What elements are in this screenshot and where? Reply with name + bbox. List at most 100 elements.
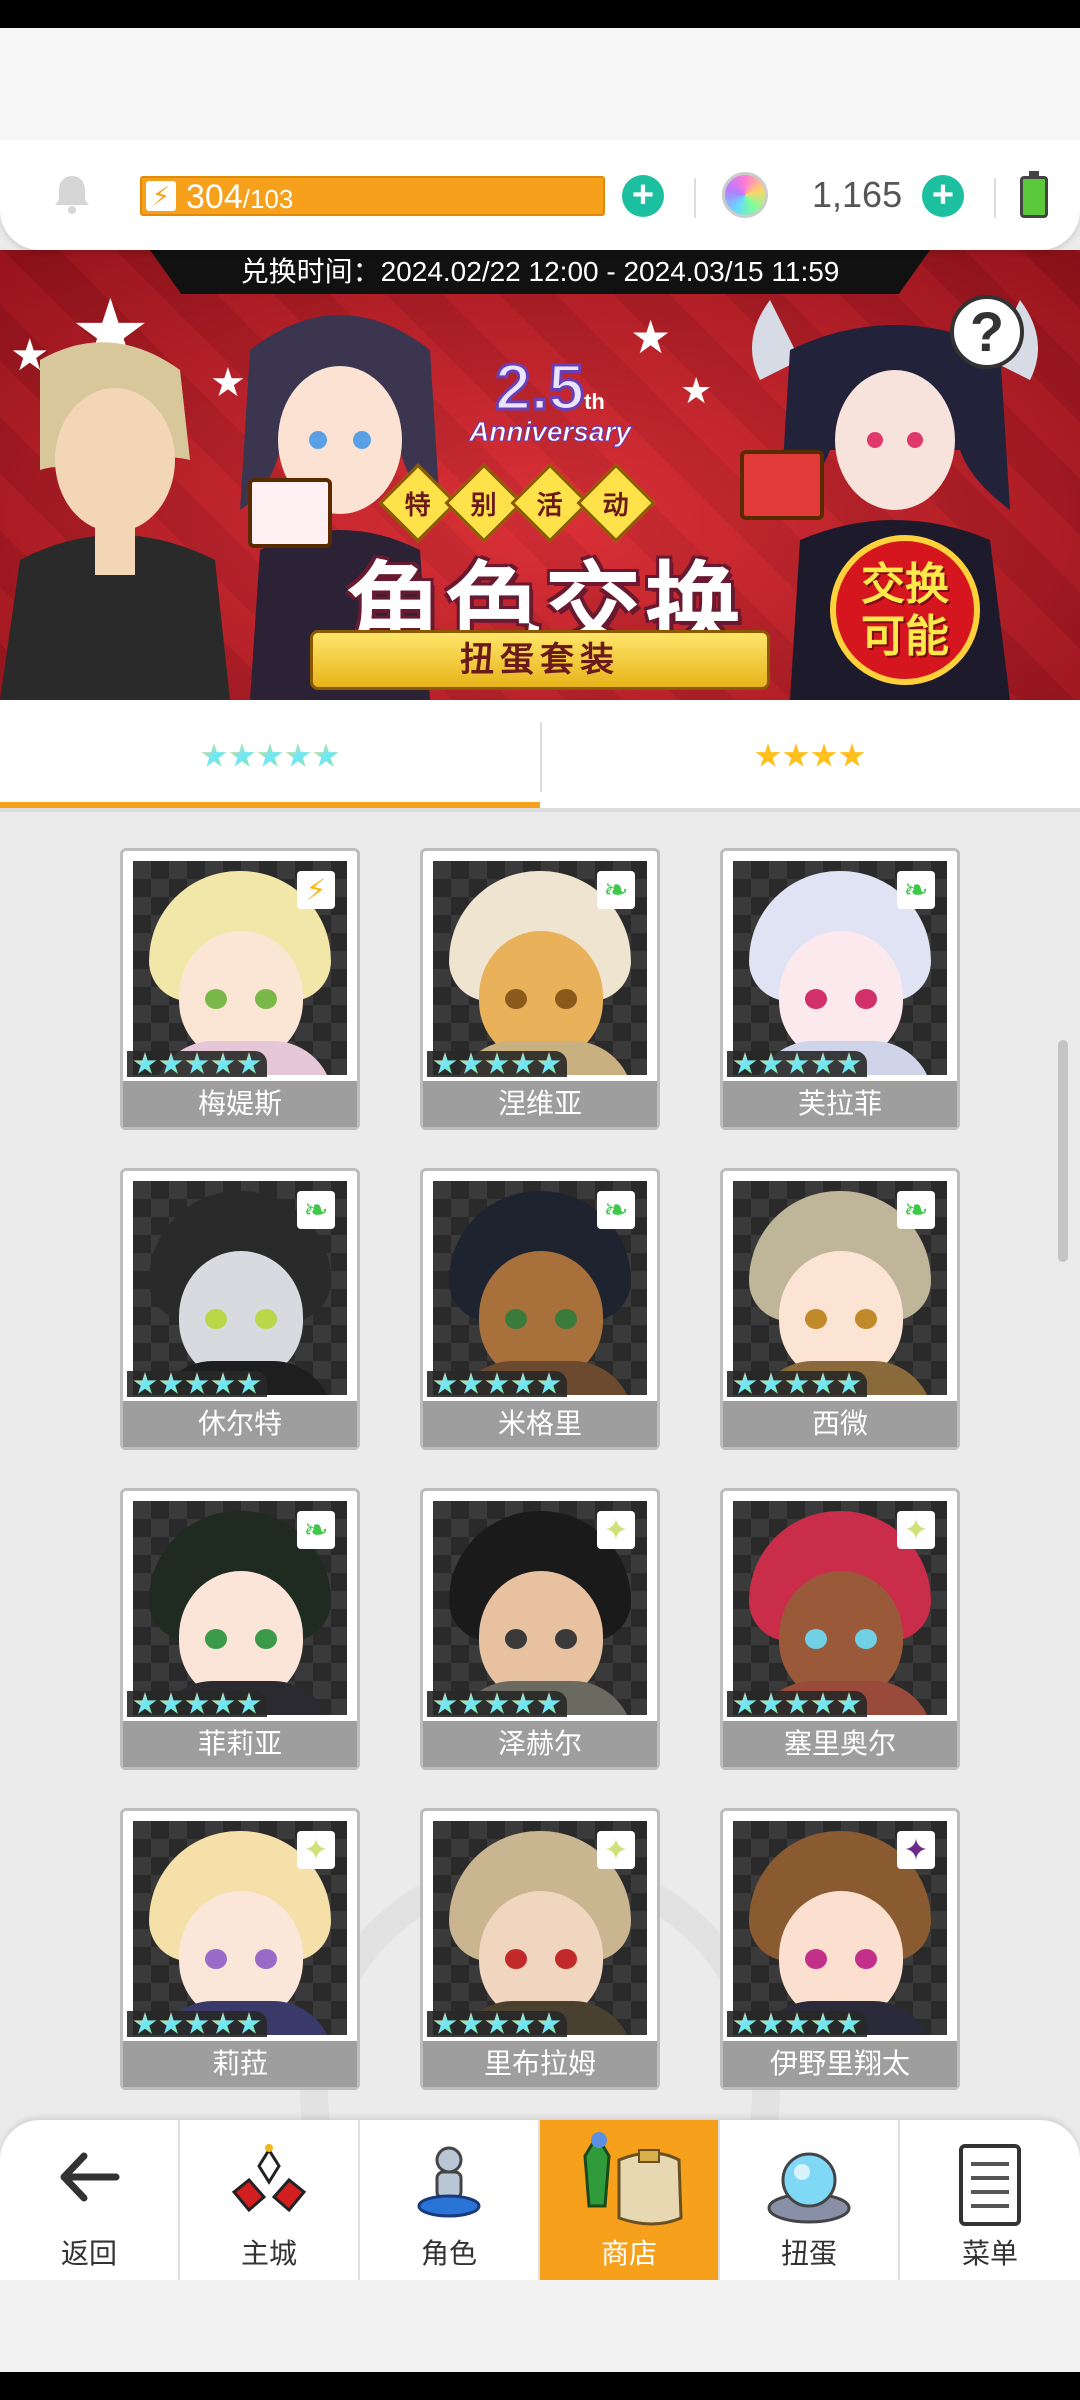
portrait-eye: [855, 989, 877, 1009]
star-icon: [285, 743, 311, 767]
anniversary-word: Anniversary: [469, 416, 632, 448]
character-name: 米格里: [423, 1401, 657, 1447]
star-icon: [837, 1372, 861, 1394]
add-stamina-button[interactable]: +: [622, 175, 664, 217]
portrait-eye: [805, 1309, 827, 1329]
resource-header: ⚡ 304/103 + 1,165 +: [0, 140, 1080, 250]
nav-characters[interactable]: 角色: [360, 2120, 540, 2280]
star-icon: [733, 1692, 757, 1714]
star-icon: [785, 1052, 809, 1074]
wind-attribute-icon: ❧: [897, 871, 935, 909]
character-card[interactable]: ✦ 伊野里翔太: [720, 1808, 960, 2090]
nav-gacha[interactable]: 扭蛋: [720, 2120, 900, 2280]
star-icon: [755, 743, 781, 767]
star-icon: [237, 1692, 261, 1714]
help-button[interactable]: ?: [950, 295, 1024, 369]
character-card[interactable]: ✦ 里布拉姆: [420, 1808, 660, 2090]
star-icon: [237, 1052, 261, 1074]
nav-menu[interactable]: 菜单: [900, 2120, 1080, 2280]
status-bar: [0, 0, 1080, 28]
character-card[interactable]: ❧ 菲莉亚: [120, 1488, 360, 1770]
character-card[interactable]: ❧ 芙拉菲: [720, 848, 960, 1130]
wind-attribute-icon: ❧: [597, 871, 635, 909]
star-icon: [733, 2012, 757, 2034]
star-icon: [185, 1052, 209, 1074]
character-portrait: ✦: [133, 1821, 347, 2035]
portrait-eye: [505, 1309, 527, 1329]
star-icon: [433, 1372, 457, 1394]
rarity-stars: [427, 1371, 567, 1397]
star-icon: [433, 2012, 457, 2034]
character-name: 休尔特: [123, 1401, 357, 1447]
badge-line-2: 可能: [861, 612, 949, 661]
five-star-rating: [201, 743, 339, 769]
wind-attribute-icon: ❧: [897, 1191, 935, 1229]
character-card[interactable]: ⚡ 梅媞斯: [120, 848, 360, 1130]
rarity-stars: [727, 1371, 867, 1397]
star-icon: [485, 1052, 509, 1074]
event-banner[interactable]: 兑换时间：2024.02/22 12:00 - 2024.03/15 11:59…: [0, 250, 1080, 700]
scrollbar[interactable]: [1058, 1040, 1068, 1262]
rarity-stars: [127, 2011, 267, 2037]
star-icon: [837, 1692, 861, 1714]
star-icon: [459, 1052, 483, 1074]
tab-5-star[interactable]: [0, 700, 540, 812]
character-art-left: [0, 342, 230, 700]
add-gems-button[interactable]: +: [922, 175, 964, 217]
battery-icon: [1020, 171, 1048, 218]
back-arrow-icon: [60, 2152, 120, 2202]
star-icon: [759, 1372, 783, 1394]
star-icon: [433, 1692, 457, 1714]
banner-ribbon: 扭蛋套装: [310, 630, 770, 690]
character-name: 梅媞斯: [123, 1081, 357, 1127]
lightning-attribute-icon: ⚡: [297, 871, 335, 909]
star-icon: [133, 1052, 157, 1074]
star-icon: [733, 1372, 757, 1394]
character-card[interactable]: ✦ 莉菈: [120, 1808, 360, 2090]
character-card[interactable]: ❧ 休尔特: [120, 1168, 360, 1450]
character-card[interactable]: ❧ 米格里: [420, 1168, 660, 1450]
star-icon: [237, 1372, 261, 1394]
character-name: 涅维亚: [423, 1081, 657, 1127]
portrait-eye: [505, 989, 527, 1009]
star-icon: [159, 1052, 183, 1074]
star-icon: [511, 1052, 535, 1074]
star-icon: [839, 743, 865, 767]
star-icon: [811, 743, 837, 767]
character-name: 塞里奥尔: [723, 1721, 957, 1767]
character-card[interactable]: ❧ 涅维亚: [420, 848, 660, 1130]
star-icon: [237, 2012, 261, 2034]
nav-home[interactable]: 主城: [180, 2120, 360, 2280]
rarity-stars: [127, 1371, 267, 1397]
character-card[interactable]: ❧ 西微: [720, 1168, 960, 1450]
portrait-eye: [855, 1629, 877, 1649]
character-portrait: ✦: [733, 1821, 947, 2035]
stamina-max: /103: [242, 184, 294, 214]
star-icon: ★: [680, 370, 713, 411]
tab-4-star[interactable]: [540, 700, 1080, 812]
divider: [694, 178, 696, 218]
portrait-eye: [255, 1629, 277, 1649]
nav-back[interactable]: 返回: [0, 2120, 180, 2280]
exchange-time: 兑换时间：2024.02/22 12:00 - 2024.03/15 11:59: [150, 250, 930, 294]
bell-icon[interactable]: [50, 172, 94, 216]
nav-gacha-label: 扭蛋: [780, 2238, 837, 2269]
star-icon: [537, 1692, 561, 1714]
gem-count: 1,165: [812, 174, 903, 215]
character-card[interactable]: ✦ 塞里奥尔: [720, 1488, 960, 1770]
star-icon: [511, 1372, 535, 1394]
exchange-available-badge: 交换 可能: [830, 535, 980, 685]
gift-box-icon: [248, 478, 332, 548]
character-portrait: ⚡: [133, 861, 347, 1075]
character-card[interactable]: ✦ 泽赫尔: [420, 1488, 660, 1770]
wind-attribute-icon: ❧: [297, 1191, 335, 1229]
star-icon: [485, 2012, 509, 2034]
light-attribute-icon: ✦: [597, 1511, 635, 1549]
nav-shop[interactable]: 商店: [540, 2120, 720, 2280]
nav-home-label: 主城: [240, 2238, 297, 2269]
character-portrait: ❧: [133, 1501, 347, 1715]
star-icon: [759, 1692, 783, 1714]
character-name: 芙拉菲: [723, 1081, 957, 1127]
portrait-eye: [255, 1949, 277, 1969]
rarity-stars: [127, 1051, 267, 1077]
